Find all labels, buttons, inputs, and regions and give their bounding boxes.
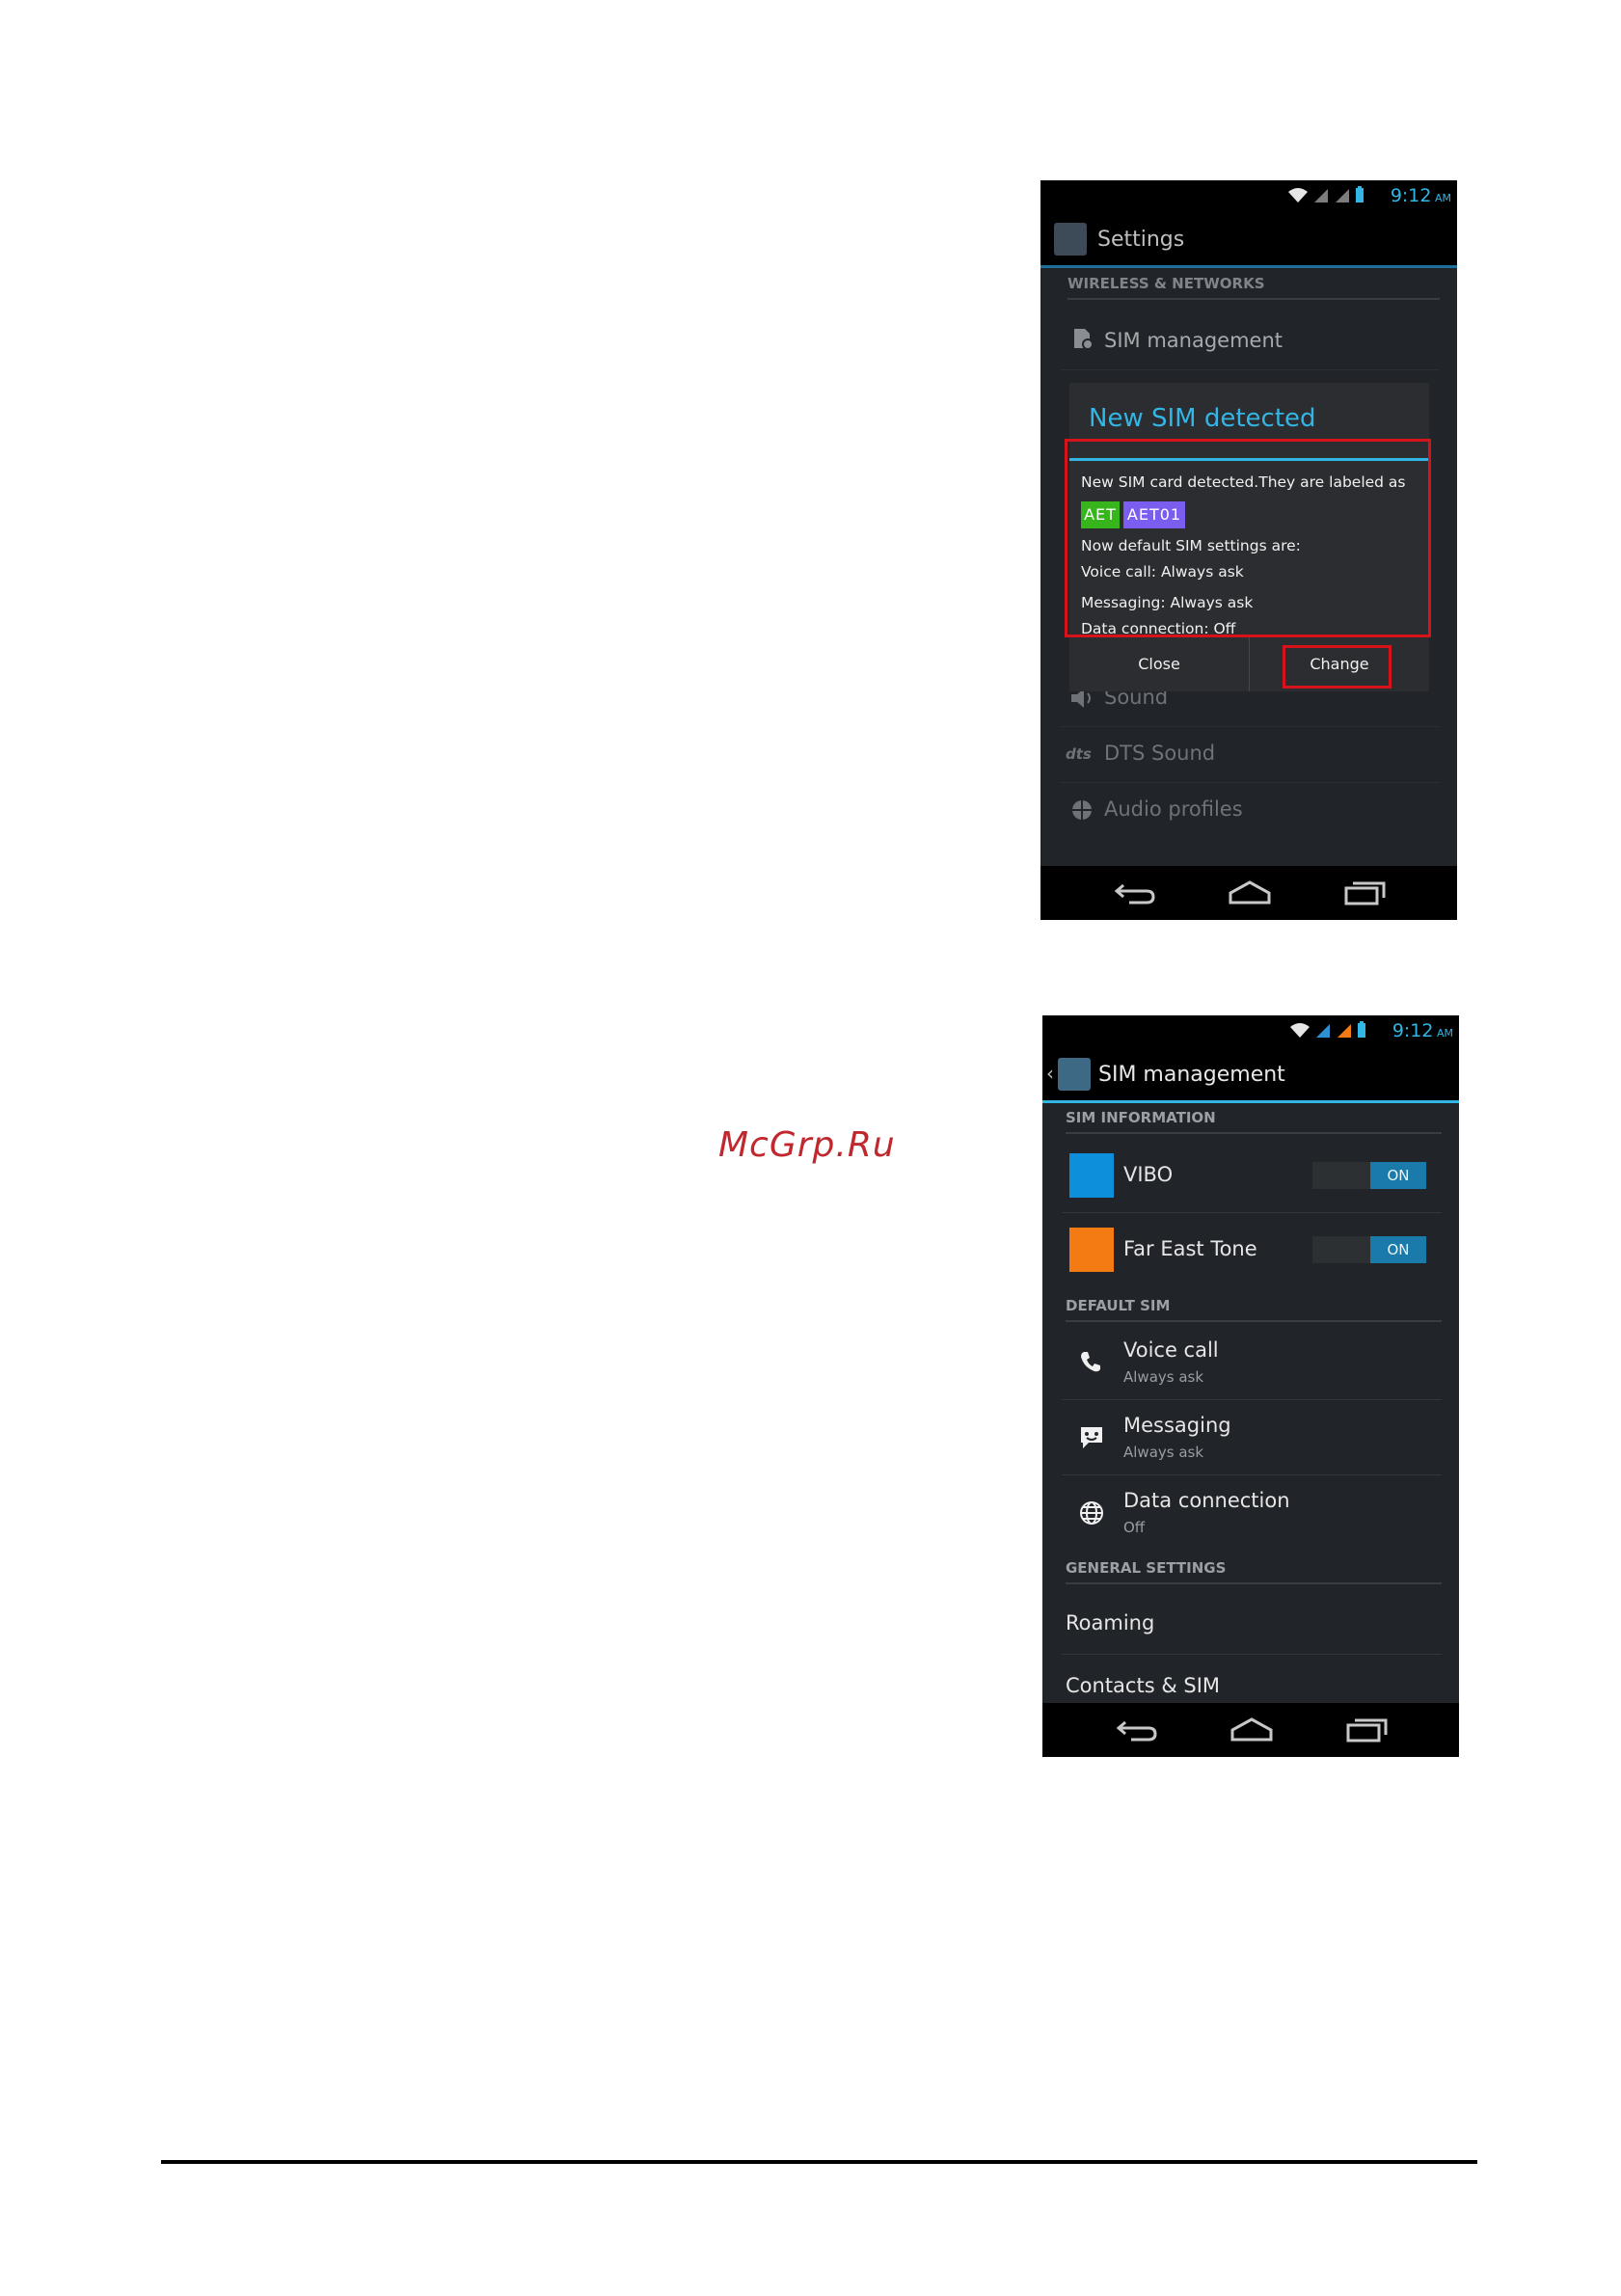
section-default-sim: DEFAULT SIM <box>1066 1297 1442 1322</box>
item-label: Audio profiles <box>1104 797 1243 821</box>
signal-icon <box>1314 189 1328 203</box>
highlight-frame <box>1283 645 1391 689</box>
section-sim-information: SIM INFORMATION <box>1066 1109 1442 1134</box>
toggle-state: ON <box>1370 1162 1426 1189</box>
status-bar: 9:12 AM <box>1042 1015 1459 1048</box>
setting-value: Always ask <box>1123 1444 1204 1461</box>
section-general-settings: GENERAL SETTINGS <box>1066 1559 1442 1584</box>
globe-icon <box>1080 1501 1103 1525</box>
phone-icon <box>1081 1352 1100 1372</box>
signal-icon <box>1316 1024 1330 1038</box>
settings-item-sim-management[interactable]: SIM management <box>1060 315 1440 370</box>
recent-apps-icon[interactable] <box>1345 1716 1390 1743</box>
close-button[interactable]: Close <box>1069 637 1250 691</box>
status-icons <box>1287 186 1364 203</box>
audio-profiles-icon <box>1072 800 1092 820</box>
up-chevron-icon[interactable]: ‹ <box>1046 1062 1054 1085</box>
dialog-title: New SIM detected <box>1089 404 1316 433</box>
default-voice-call[interactable]: Voice call Always ask <box>1062 1325 1442 1400</box>
setting-label: Roaming <box>1066 1611 1155 1634</box>
sim-name: Far East Tone <box>1123 1237 1257 1260</box>
setting-label: Messaging <box>1123 1414 1231 1437</box>
sim-color-swatch <box>1069 1228 1114 1272</box>
settings-item-audio-profiles[interactable]: Audio profiles <box>1060 784 1440 838</box>
settings-item-dts-sound[interactable]: dts DTS Sound <box>1060 728 1440 783</box>
home-icon[interactable] <box>1228 879 1272 906</box>
action-bar: Settings <box>1040 213 1457 268</box>
item-label: SIM management <box>1104 329 1283 352</box>
setting-label: Voice call <box>1123 1338 1219 1362</box>
wifi-icon <box>1288 188 1308 203</box>
page-divider <box>161 2160 1477 2164</box>
page-title: Settings <box>1097 228 1185 252</box>
setting-value: Always ask <box>1123 1368 1204 1386</box>
toggle-state: ON <box>1370 1236 1426 1263</box>
sim-toggle[interactable]: ON <box>1312 1162 1426 1189</box>
back-icon[interactable] <box>1114 879 1156 906</box>
watermark: McGrp.Ru <box>718 1125 896 1165</box>
settings-app-icon <box>1054 223 1087 256</box>
signal-icon <box>1336 189 1349 203</box>
setting-value: Off <box>1123 1519 1146 1536</box>
battery-icon <box>1356 186 1364 203</box>
clock: 9:12 AM <box>1390 185 1451 206</box>
signal-icon <box>1337 1024 1351 1038</box>
sim-name: VIBO <box>1123 1163 1174 1186</box>
navigation-bar <box>1042 1703 1459 1757</box>
default-messaging[interactable]: Messaging Always ask <box>1062 1400 1442 1475</box>
section-wireless-networks: WIRELESS & NETWORKS <box>1067 275 1440 300</box>
sim-row[interactable]: Far East Tone ON <box>1062 1213 1442 1286</box>
sim-row[interactable]: VIBO ON <box>1062 1139 1442 1213</box>
navigation-bar <box>1040 866 1457 920</box>
page-title: SIM management <box>1098 1063 1285 1087</box>
roaming-item[interactable]: Roaming <box>1062 1588 1442 1655</box>
highlight-frame <box>1065 439 1431 637</box>
sim-toggle[interactable]: ON <box>1312 1236 1426 1263</box>
home-icon[interactable] <box>1229 1716 1274 1743</box>
item-label: DTS Sound <box>1104 742 1216 765</box>
status-bar: 9:12 AM <box>1040 180 1457 213</box>
battery-icon <box>1358 1021 1365 1038</box>
message-icon <box>1081 1427 1102 1448</box>
settings-screen: 9:12 AM Settings WIRELESS & NETWORKS SIM… <box>1040 180 1457 920</box>
dts-logo-icon: dts <box>1066 745 1092 763</box>
clock: 9:12 AM <box>1391 1020 1453 1041</box>
status-icons <box>1289 1021 1366 1039</box>
action-bar[interactable]: ‹ SIM management <box>1042 1048 1459 1103</box>
sim-management-screen: 9:12 AM ‹ SIM management SIM INFORMATION… <box>1042 1015 1459 1757</box>
wifi-icon <box>1290 1023 1310 1038</box>
sim-icon <box>1074 329 1094 350</box>
default-data-connection[interactable]: Data connection Off <box>1062 1475 1442 1547</box>
recent-apps-icon[interactable] <box>1343 879 1388 906</box>
sim-color-swatch <box>1069 1153 1114 1198</box>
back-icon[interactable] <box>1116 1716 1158 1743</box>
sim-management-app-icon <box>1058 1058 1091 1091</box>
setting-label: Contacts & SIM <box>1066 1674 1221 1697</box>
setting-label: Data connection <box>1123 1489 1290 1512</box>
